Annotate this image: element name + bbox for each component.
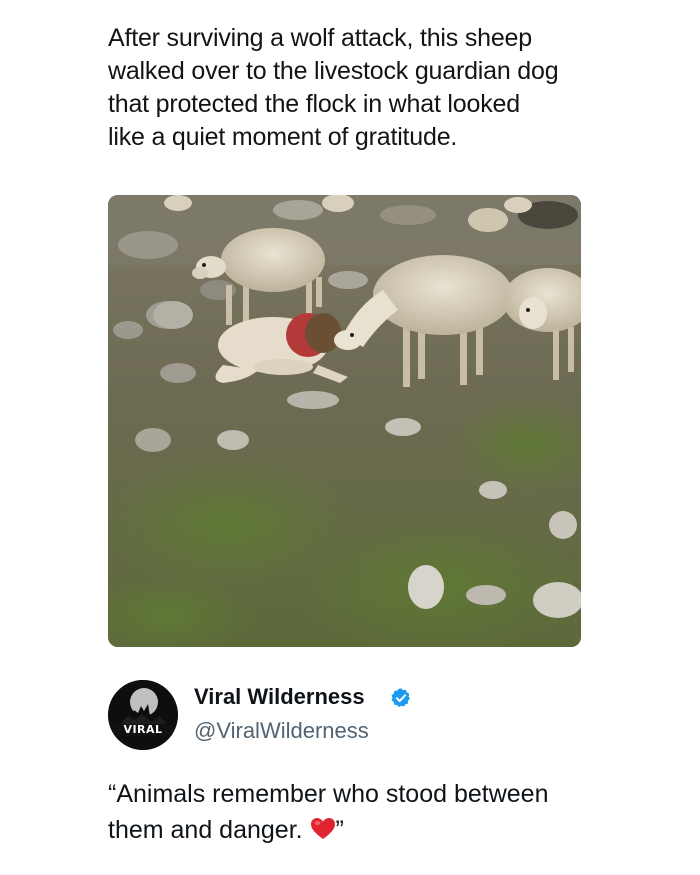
avatar[interactable]: VIRAL (108, 680, 178, 750)
tweet-line: “Animals remember who stood between (108, 780, 549, 808)
caption-line: After surviving a wolf attack, this shee… (108, 24, 532, 52)
author-display-name[interactable]: Viral Wilderness (194, 684, 365, 710)
caption-line: like a quiet moment of gratitude. (108, 123, 458, 151)
tweet-line-close-quote: ” (335, 816, 344, 844)
post-photo[interactable] (108, 195, 581, 647)
photo-illustration (108, 195, 581, 647)
caption-line: that protected the flock in what looked (108, 90, 520, 118)
tweet-line: them and danger. ” (108, 812, 668, 848)
verified-badge-icon (391, 688, 410, 707)
avatar-label: VIRAL (112, 724, 174, 736)
author-handle[interactable]: @ViralWilderness (194, 718, 369, 744)
tweet-line-text: them and danger. (108, 816, 310, 844)
tweet-text: “Animals remember who stood between them… (108, 776, 668, 848)
post-caption: After surviving a wolf attack, this shee… (108, 22, 648, 154)
tweet-author[interactable]: VIRAL Viral Wilderness @ViralWilderness (108, 678, 588, 758)
red-heart-icon (310, 818, 335, 839)
caption-line: walked over to the livestock guardian do… (108, 57, 559, 85)
wolf-howling-icon (108, 680, 178, 750)
